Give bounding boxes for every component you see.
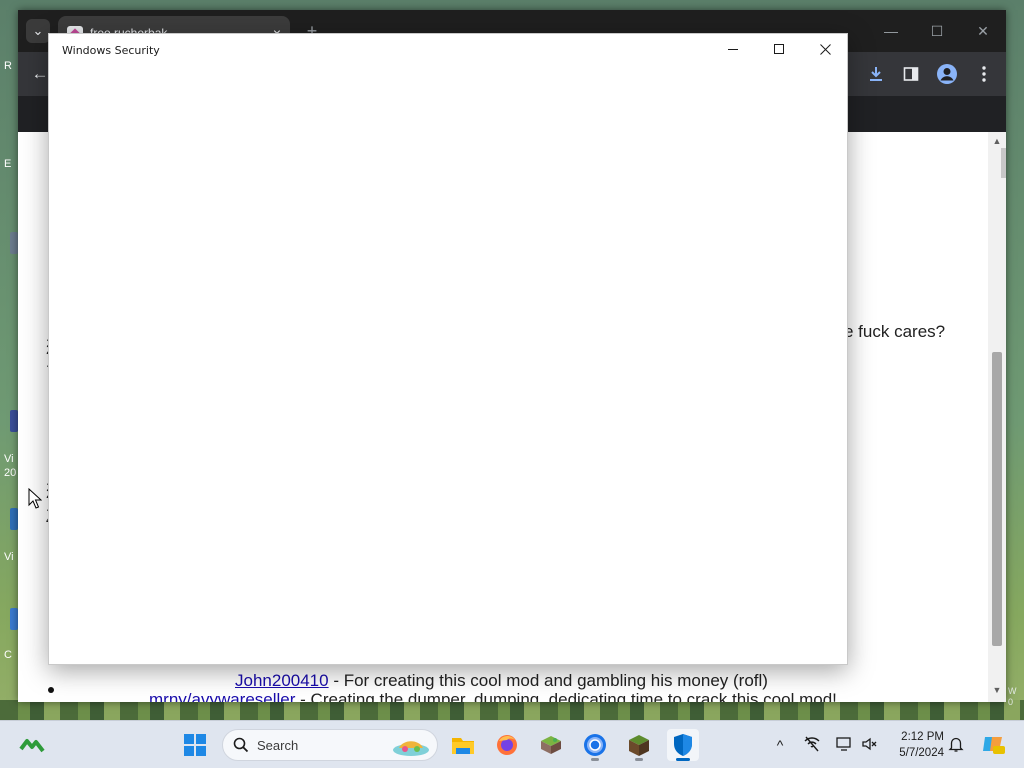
chrome-icon bbox=[584, 734, 606, 756]
desktop-icon[interactable] bbox=[10, 410, 18, 432]
display-icon[interactable] bbox=[834, 735, 854, 755]
search-icon bbox=[233, 737, 249, 753]
desktop-icon[interactable] bbox=[10, 608, 18, 630]
close-button[interactable] bbox=[802, 34, 848, 66]
page-partial-line: e fuck cares? bbox=[844, 322, 946, 341]
desktop-right-label: 0 bbox=[1008, 697, 1014, 707]
notifications-bell-icon[interactable] bbox=[946, 735, 966, 755]
taskbar-windows-security[interactable] bbox=[667, 729, 699, 761]
credit-text: - For creating this cool mod and gamblin… bbox=[328, 671, 768, 690]
clock[interactable]: 2:12 PM 5/7/2024 bbox=[888, 729, 944, 761]
folder-icon bbox=[452, 738, 474, 754]
desktop-label-e: E bbox=[4, 158, 12, 170]
desktop-wallpaper-strip bbox=[0, 700, 1024, 720]
chevron-down-icon: ⌄ bbox=[32, 23, 44, 38]
download-icon[interactable] bbox=[863, 61, 889, 87]
credit-line: John200410 - For creating this cool mod … bbox=[235, 671, 768, 691]
mouse-cursor-icon bbox=[28, 488, 42, 509]
windows-security-window[interactable]: Windows Security bbox=[48, 33, 848, 665]
desktop-label-c: C bbox=[4, 649, 12, 661]
browser-maximize-button[interactable]: ☐ bbox=[914, 16, 960, 46]
browser-close-button[interactable]: ✕ bbox=[960, 16, 1006, 46]
browser-menu-icon[interactable] bbox=[971, 61, 997, 87]
credit-line: mrny/avywareseller - Creating the dumper… bbox=[149, 690, 837, 702]
browser-minimize-button[interactable]: — bbox=[868, 16, 914, 46]
close-icon bbox=[820, 44, 831, 55]
scrollbar-thumb[interactable] bbox=[992, 352, 1002, 646]
desktop-label-vi-2: Vi bbox=[4, 551, 14, 563]
grass-block-icon bbox=[629, 735, 649, 756]
minimize-button[interactable] bbox=[710, 34, 756, 66]
credit-link[interactable]: mrny/avywareseller bbox=[149, 690, 295, 702]
credit-text: - Creating the dumper, dumping, dedicati… bbox=[295, 690, 837, 702]
clock-date: 5/7/2024 bbox=[899, 747, 944, 759]
clock-time: 2:12 PM bbox=[901, 731, 944, 743]
list-bullet bbox=[48, 687, 54, 693]
minimize-icon bbox=[728, 49, 738, 50]
taskbar-firefox[interactable] bbox=[491, 729, 523, 761]
desktop-label-vi: Vi bbox=[4, 453, 14, 465]
tab-search-button[interactable]: ⌄ bbox=[26, 19, 50, 43]
copilot-icon[interactable] bbox=[980, 731, 1006, 757]
taskbar-file-explorer[interactable] bbox=[447, 729, 479, 761]
widgets-button[interactable] bbox=[16, 729, 48, 761]
start-button[interactable] bbox=[179, 729, 211, 761]
active-indicator bbox=[676, 758, 690, 761]
network-offline-icon[interactable] bbox=[802, 735, 822, 755]
scroll-down-arrow-icon[interactable]: ▼ bbox=[991, 684, 1003, 696]
desktop-label-r: R bbox=[4, 60, 12, 72]
maximize-button[interactable] bbox=[756, 34, 802, 66]
search-label: Search bbox=[257, 738, 299, 753]
desktop-right-labels: W 0 bbox=[1008, 686, 1024, 708]
taskbar-search[interactable]: Search bbox=[222, 729, 438, 761]
desktop-icon[interactable] bbox=[10, 508, 18, 530]
map-icon bbox=[541, 736, 561, 754]
search-highlight-icon bbox=[393, 741, 429, 756]
firefox-icon bbox=[497, 735, 517, 755]
desktop-icon[interactable] bbox=[10, 232, 18, 254]
side-panel-icon[interactable] bbox=[898, 61, 924, 87]
stocks-widget-icon bbox=[19, 739, 45, 753]
running-indicator bbox=[635, 758, 643, 761]
shield-icon bbox=[674, 734, 692, 756]
tray-overflow-chevron-icon[interactable]: ^ bbox=[770, 735, 790, 755]
volume-muted-icon[interactable] bbox=[859, 735, 879, 755]
desktop-right-label: W bbox=[1008, 686, 1017, 696]
windows-logo-icon bbox=[184, 734, 206, 756]
taskbar-minecraft[interactable] bbox=[623, 729, 655, 761]
desktop-label-20: 20 bbox=[4, 467, 17, 479]
profile-avatar-icon[interactable] bbox=[934, 61, 960, 87]
running-indicator bbox=[591, 758, 599, 761]
window-title: Windows Security bbox=[62, 44, 160, 57]
credit-link[interactable]: John200410 bbox=[235, 671, 329, 690]
taskbar: Search ^ 2:12 PM 5/7/2024 bbox=[0, 720, 1024, 768]
taskbar-chrome[interactable] bbox=[579, 729, 611, 761]
maximize-icon bbox=[774, 44, 784, 54]
page-scrollbar[interactable]: ▲ ▼ bbox=[988, 132, 1006, 702]
scrollbar-marker bbox=[1001, 148, 1006, 178]
taskbar-map-app[interactable] bbox=[535, 729, 567, 761]
scroll-up-arrow-icon[interactable]: ▲ bbox=[991, 135, 1003, 147]
